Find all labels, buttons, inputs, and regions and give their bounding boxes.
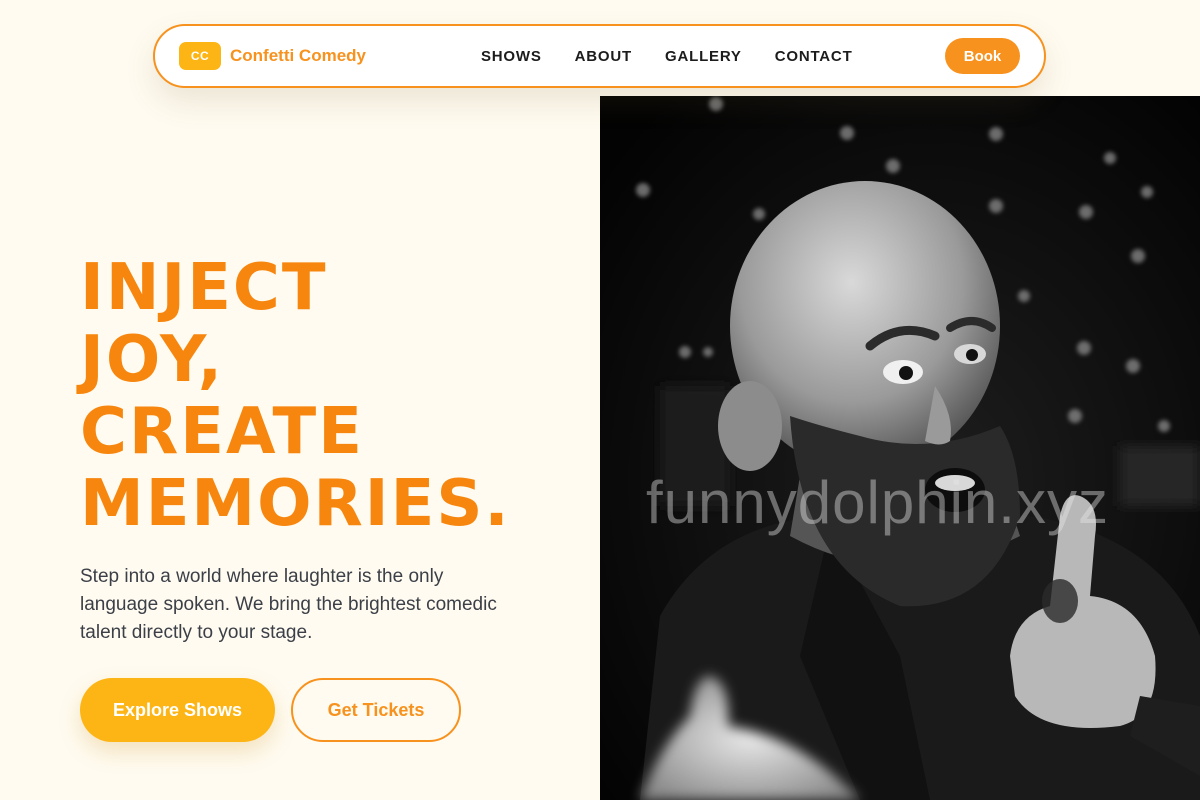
hero-headline: INJECT JOY, CREATE MEMORIES. [80,252,511,540]
headline-line: MEMORIES. [80,467,511,541]
brand-name: Confetti Comedy [230,46,366,65]
brand-logo[interactable]: CC Confetti Comedy [179,42,366,70]
headline-line: INJECT [80,251,328,325]
hero-photo: funnydolphin.xyz [600,96,1200,800]
hero-subtext: Step into a world where laughter is the … [80,566,497,643]
nav-links: SHOWS ABOUT GALLERY CONTACT [481,26,853,86]
brand-mark-text: CC [190,49,210,63]
headline-line: CREATE [80,395,364,469]
nav-link-contact[interactable]: CONTACT [775,48,853,65]
book-button[interactable]: Book [945,38,1020,74]
headline-line: JOY, [80,323,224,397]
top-navbar: CC Confetti Comedy SHOWS ABOUT GALLERY C… [153,24,1046,88]
explore-shows-button[interactable]: Explore Shows [80,678,275,742]
brand-mark-icon: CC [179,42,221,70]
nav-link-gallery[interactable]: GALLERY [665,48,742,65]
nav-link-shows[interactable]: SHOWS [481,48,542,65]
nav-link-about[interactable]: ABOUT [575,48,632,65]
get-tickets-button[interactable]: Get Tickets [291,678,461,742]
watermark-text: funnydolphin.xyz [646,469,1109,536]
comedian-photo-illustration [600,96,1200,800]
